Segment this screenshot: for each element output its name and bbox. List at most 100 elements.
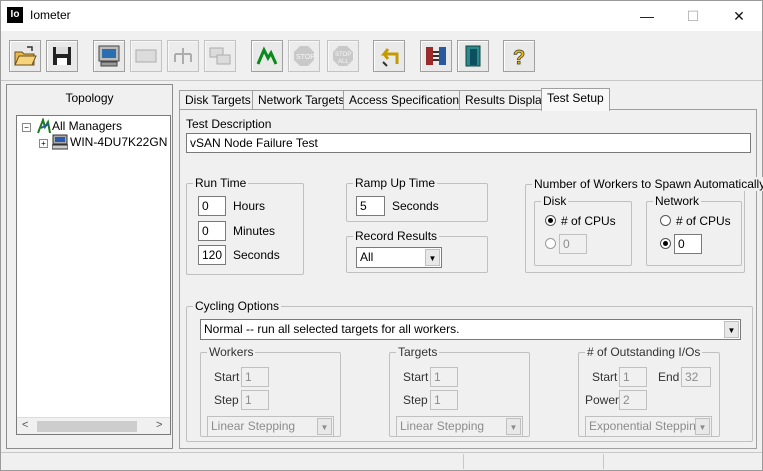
window-title: Iometer bbox=[30, 8, 71, 22]
targets-stepping-value: Linear Stepping bbox=[400, 419, 485, 433]
topology-tree: − All Managers + WIN-4DU7K22GN < > bbox=[16, 115, 171, 435]
minutes-label: Minutes bbox=[233, 224, 276, 238]
tree-item-all-managers[interactable]: All Managers bbox=[36, 116, 123, 134]
disk-count-input[interactable]: 0 bbox=[559, 234, 587, 254]
chevron-down-icon[interactable]: ▼ bbox=[506, 418, 521, 435]
chevron-down-icon[interactable]: ▼ bbox=[695, 418, 710, 435]
disk-count-radio[interactable] bbox=[545, 238, 556, 249]
disk-workers-group: Disk # of CPUs 0 bbox=[534, 194, 632, 266]
minutes-input[interactable]: 0 bbox=[198, 221, 226, 241]
network-cpus-radio[interactable] bbox=[660, 215, 671, 226]
copy-worker-icon[interactable] bbox=[204, 40, 236, 72]
outstanding-stepping-value: Exponential Stepping bbox=[589, 419, 703, 433]
targets-step-input[interactable]: 1 bbox=[430, 390, 458, 410]
test-description-input[interactable]: vSAN Node Failure Test bbox=[186, 133, 751, 153]
cycling-mode-select[interactable]: Normal -- run all selected targets for a… bbox=[200, 319, 741, 340]
workers-spawn-title: Number of Workers to Spawn Automatically bbox=[532, 177, 763, 191]
cycling-options-title: Cycling Options bbox=[193, 299, 282, 313]
scroll-left-icon[interactable]: < bbox=[22, 419, 28, 431]
computer-icon bbox=[51, 134, 70, 154]
tab-test-setup[interactable]: Test Setup bbox=[541, 88, 610, 111]
record-results-group: Record Results All ▼ bbox=[346, 229, 488, 273]
start-display-icon[interactable] bbox=[93, 40, 125, 72]
iometer-window: Io Iometer — ☐ ✕ STOP STOP ALL ? Topology… bbox=[0, 0, 763, 471]
workers-stepping-select[interactable]: Linear Stepping ▼ bbox=[207, 416, 334, 437]
outstanding-io-group: # of Outstanding I/Os Start 1 End 32 Pow… bbox=[578, 345, 720, 437]
svg-text:?: ? bbox=[513, 47, 525, 68]
minimize-button[interactable]: — bbox=[624, 1, 670, 31]
tree-label-manager: WIN-4DU7K22GN bbox=[70, 135, 168, 149]
seconds-label: Seconds bbox=[233, 248, 280, 262]
outstanding-end-input[interactable]: 32 bbox=[681, 367, 711, 387]
workers-stepping-value: Linear Stepping bbox=[211, 419, 296, 433]
outstanding-io-title: # of Outstanding I/Os bbox=[585, 345, 703, 359]
tab-results-display[interactable]: Results Display bbox=[459, 90, 554, 110]
status-bar bbox=[1, 452, 762, 470]
outstanding-start-input[interactable]: 1 bbox=[619, 367, 647, 387]
save-icon[interactable] bbox=[46, 40, 78, 72]
outstanding-stepping-select[interactable]: Exponential Stepping ▼ bbox=[585, 416, 712, 437]
collapse-icon[interactable]: − bbox=[22, 123, 31, 132]
toolbar: STOP STOP ALL ? bbox=[1, 31, 762, 81]
scroll-thumb[interactable] bbox=[37, 421, 137, 432]
maximize-button[interactable]: ☐ bbox=[670, 1, 716, 31]
start-icon[interactable] bbox=[251, 40, 283, 72]
record-results-value: All bbox=[360, 250, 374, 264]
disconnect-icon[interactable] bbox=[420, 40, 452, 72]
tree-label-all-managers: All Managers bbox=[52, 119, 123, 133]
chevron-down-icon[interactable]: ▼ bbox=[724, 321, 739, 338]
tab-access-specifications[interactable]: Access Specifications bbox=[343, 90, 472, 110]
help-icon[interactable]: ? bbox=[503, 40, 535, 72]
chevron-down-icon[interactable]: ▼ bbox=[317, 418, 332, 435]
targets-cycling-title: Targets bbox=[396, 345, 440, 359]
seconds-input[interactable]: 120 bbox=[198, 245, 226, 265]
scroll-right-icon[interactable]: > bbox=[156, 419, 162, 431]
workers-start-input[interactable]: 1 bbox=[241, 367, 269, 387]
workers-cycling-group: Workers Start 1 Step 1 Linear Stepping ▼ bbox=[200, 345, 341, 437]
tree-item-manager[interactable]: WIN-4DU7K22GN bbox=[51, 134, 168, 150]
workers-cycling-title: Workers bbox=[207, 345, 256, 359]
network-count-input[interactable]: 0 bbox=[674, 234, 702, 254]
tree-scrollbar[interactable]: < > bbox=[17, 417, 170, 434]
targets-start-input[interactable]: 1 bbox=[430, 367, 458, 387]
title-bar: Io Iometer — ☐ ✕ bbox=[1, 1, 762, 31]
ramp-up-title: Ramp Up Time bbox=[353, 176, 438, 190]
svg-text:ALL: ALL bbox=[338, 59, 349, 65]
test-setup-panel: Test Description vSAN Node Failure Test … bbox=[179, 109, 763, 449]
topology-panel: Topology − All Managers + WIN-4DU7K22GN … bbox=[6, 84, 173, 449]
record-results-select[interactable]: All ▼ bbox=[356, 247, 442, 268]
reset-workers-icon[interactable] bbox=[373, 40, 405, 72]
targets-cycling-group: Targets Start 1 Step 1 Linear Stepping ▼ bbox=[389, 345, 530, 437]
close-button[interactable]: ✕ bbox=[716, 1, 762, 31]
run-time-title: Run Time bbox=[193, 176, 249, 190]
network-workers-group: Network # of CPUs 0 bbox=[646, 194, 742, 266]
tab-disk-targets[interactable]: Disk Targets bbox=[179, 90, 257, 110]
exit-icon[interactable] bbox=[457, 40, 489, 72]
topology-title: Topology bbox=[65, 91, 114, 105]
targets-stepping-select[interactable]: Linear Stepping ▼ bbox=[396, 416, 523, 437]
network-cpus-label: # of CPUs bbox=[676, 214, 731, 228]
expand-icon[interactable]: + bbox=[39, 139, 48, 148]
stop-all-icon[interactable]: STOP ALL bbox=[327, 40, 359, 72]
chevron-down-icon[interactable]: ▼ bbox=[425, 249, 440, 266]
disk-workers-title: Disk bbox=[541, 194, 569, 208]
ramp-up-group: Ramp Up Time 5 Seconds bbox=[346, 176, 488, 222]
network-count-radio[interactable] bbox=[660, 238, 671, 249]
new-network-worker-icon[interactable] bbox=[167, 40, 199, 72]
cycling-options-group: Cycling Options Normal -- run all select… bbox=[186, 299, 753, 442]
new-worker-icon[interactable] bbox=[130, 40, 162, 72]
outstanding-end-label: End bbox=[658, 370, 680, 384]
outstanding-power-label: Power bbox=[585, 393, 620, 407]
workers-step-label: Step bbox=[214, 393, 239, 407]
tab-network-targets[interactable]: Network Targets bbox=[252, 90, 351, 110]
outstanding-start-label: Start bbox=[592, 370, 618, 384]
outstanding-power-input[interactable]: 2 bbox=[619, 390, 647, 410]
svg-text:STOP: STOP bbox=[296, 54, 315, 61]
open-icon[interactable] bbox=[9, 40, 41, 72]
stop-icon[interactable]: STOP bbox=[288, 40, 320, 72]
workers-step-input[interactable]: 1 bbox=[241, 390, 269, 410]
ramp-up-input[interactable]: 5 bbox=[356, 196, 385, 216]
disk-cpus-radio[interactable] bbox=[545, 215, 556, 226]
hours-input[interactable]: 0 bbox=[198, 196, 226, 216]
status-segment bbox=[603, 454, 762, 469]
